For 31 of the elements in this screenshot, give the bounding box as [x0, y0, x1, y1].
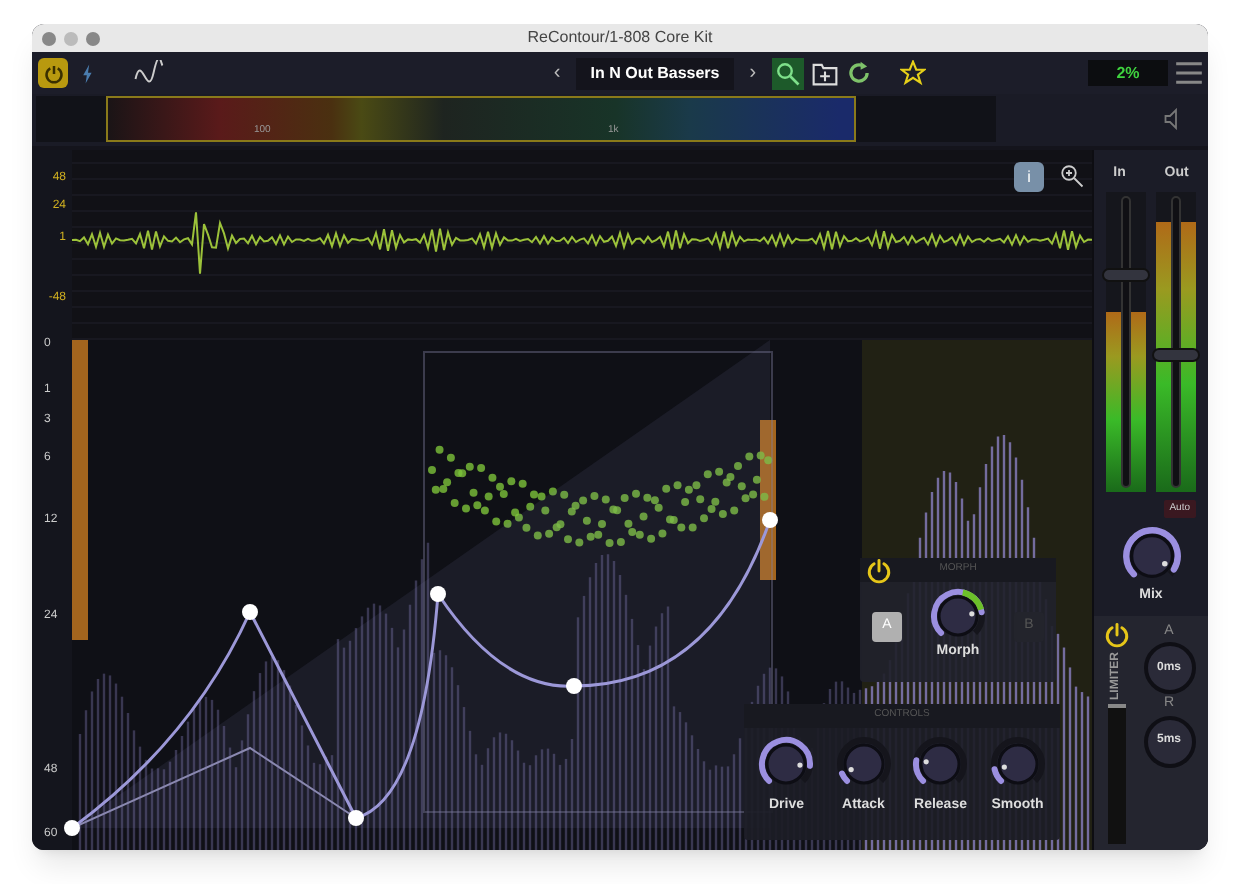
- curve-node[interactable]: [762, 512, 778, 528]
- refresh-icon[interactable]: [846, 60, 873, 86]
- curve-node[interactable]: [348, 810, 364, 826]
- menu-icon[interactable]: [1176, 62, 1202, 84]
- power-icon[interactable]: [866, 557, 892, 583]
- power-button[interactable]: [38, 58, 68, 88]
- add-folder-icon[interactable]: [812, 60, 839, 86]
- power-icon: [43, 63, 63, 83]
- previous-preset-button[interactable]: ‹: [545, 58, 569, 88]
- power-icon[interactable]: [1103, 621, 1129, 647]
- window-close-button[interactable]: [42, 31, 56, 45]
- star-icon[interactable]: [900, 60, 927, 86]
- window-zoom-button[interactable]: [86, 31, 100, 45]
- curve-node[interactable]: [566, 678, 582, 694]
- window-title: ReContour/1-808 Core Kit: [527, 26, 713, 50]
- selection-frame[interactable]: [423, 351, 773, 813]
- speaker-icon[interactable]: [1164, 108, 1182, 130]
- fader-handle[interactable]: [1101, 267, 1150, 281]
- fader-handle[interactable]: [1152, 348, 1201, 362]
- curve-node[interactable]: [430, 586, 446, 602]
- next-preset-button[interactable]: ›: [741, 58, 765, 88]
- cpu-readout: 2%: [1088, 60, 1168, 86]
- lightning-icon[interactable]: [82, 63, 94, 83]
- zoom-icon[interactable]: [1060, 164, 1084, 188]
- curve-node[interactable]: [242, 604, 258, 620]
- preset-name[interactable]: In N Out Bassers: [576, 57, 734, 89]
- sine-wave-icon[interactable]: [134, 60, 164, 86]
- search-icon: [776, 61, 801, 85]
- curve-node[interactable]: [64, 820, 80, 836]
- limiter-meter: [1107, 703, 1125, 844]
- search-button[interactable]: [772, 57, 805, 89]
